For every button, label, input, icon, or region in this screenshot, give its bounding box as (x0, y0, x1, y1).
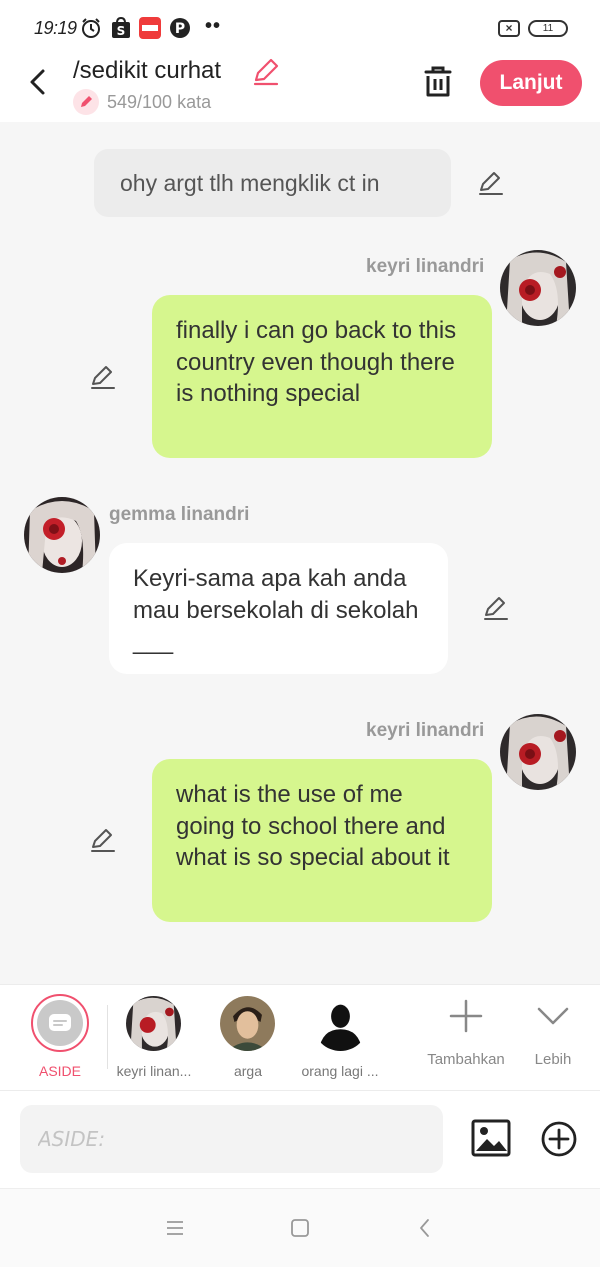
svg-text:P: P (175, 21, 185, 37)
sender-name: keyri linandri (366, 720, 485, 741)
edit-icon[interactable] (90, 827, 116, 853)
more-label[interactable]: Lebih (526, 1051, 580, 1068)
character-bar: ASIDE keyri linan... arga orang lagi ...… (0, 984, 600, 1091)
chat-area: ohy argt tlh mengklik ct in keyri linand… (0, 122, 600, 984)
add-character-icon[interactable] (449, 999, 483, 1033)
edit-icon[interactable] (478, 170, 504, 196)
mangatoon-icon (139, 17, 161, 39)
sender-name: keyri linandri (366, 256, 485, 277)
home-icon[interactable] (289, 1217, 311, 1239)
sim-x-icon: × (498, 20, 520, 37)
edit-icon[interactable] (483, 595, 509, 621)
avatar[interactable] (500, 250, 576, 326)
word-count-icon (73, 89, 99, 115)
edit-icon[interactable] (90, 364, 116, 390)
next-button[interactable]: Lanjut (480, 60, 582, 106)
avatar[interactable] (24, 497, 100, 573)
aside-icon (37, 1000, 83, 1046)
add-icon[interactable] (541, 1121, 577, 1157)
input-row (0, 1091, 600, 1188)
back-icon[interactable] (24, 66, 52, 98)
message-bubble[interactable]: what is the use of me going to school th… (152, 759, 492, 922)
avatar[interactable] (500, 714, 576, 790)
more-dots-icon: •• (205, 15, 222, 37)
message-bubble[interactable]: finally i can go back to this country ev… (152, 295, 492, 458)
character-avatar[interactable] (220, 996, 275, 1051)
character-avatar[interactable] (126, 996, 181, 1051)
pinterest-icon: P (170, 18, 190, 38)
status-time: 19:19 (34, 18, 77, 38)
battery-icon: 11 (528, 20, 568, 37)
image-icon[interactable] (471, 1119, 511, 1157)
aside-button[interactable] (31, 994, 89, 1052)
trash-icon[interactable] (422, 64, 454, 98)
character-avatar[interactable] (313, 996, 368, 1051)
status-bar: 19:19 S P •• × 11 (0, 0, 600, 56)
shopee-icon: S (112, 17, 130, 38)
edit-title-icon[interactable] (252, 58, 280, 86)
divider (107, 1005, 108, 1069)
story-title[interactable]: /sedikit curhat (73, 57, 221, 85)
back-nav-icon[interactable] (414, 1217, 436, 1239)
sender-name: gemma linandri (109, 504, 250, 525)
character-label: orang lagi ... (301, 1063, 379, 1079)
add-character-label[interactable]: Tambahkan (426, 1051, 506, 1068)
aside-input[interactable] (20, 1105, 443, 1173)
chevron-down-icon[interactable] (536, 999, 570, 1033)
menu-icon[interactable] (164, 1217, 186, 1239)
aside-label: ASIDE (38, 1063, 81, 1079)
header: /sedikit curhat 549/100 kata Lanjut (0, 56, 600, 122)
svg-text:S: S (117, 24, 126, 38)
alarm-icon (82, 18, 100, 38)
system-navbar (0, 1188, 600, 1267)
narration-bubble[interactable]: ohy argt tlh mengklik ct in (94, 149, 451, 217)
character-label: keyri linan... (116, 1063, 192, 1079)
word-count: 549/100 kata (107, 92, 212, 112)
message-bubble[interactable]: Keyri-sama apa kah anda mau bersekolah d… (109, 543, 448, 674)
character-label: arga (233, 1063, 263, 1079)
